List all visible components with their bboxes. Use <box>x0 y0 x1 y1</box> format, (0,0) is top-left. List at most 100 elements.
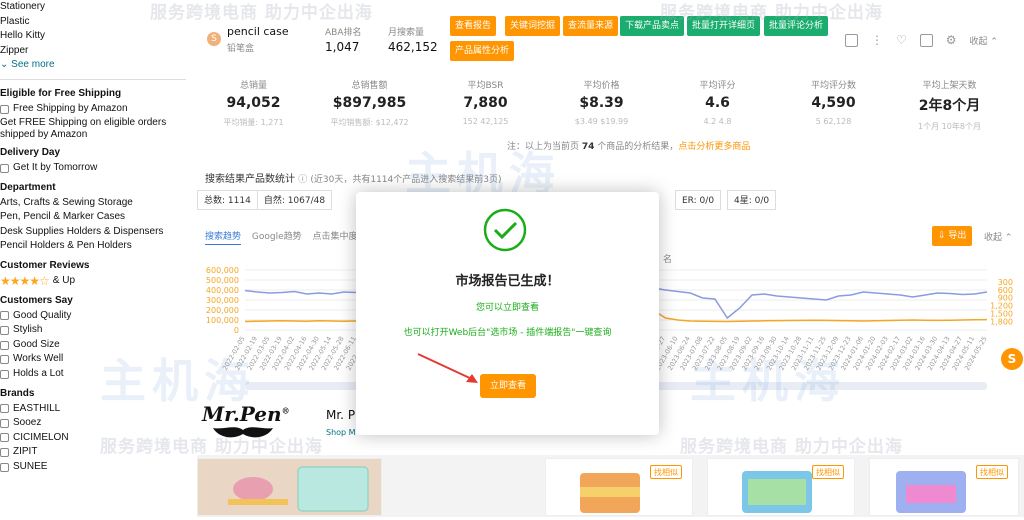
collapse-toggle-2[interactable]: 收起 ⌃ <box>984 230 1012 243</box>
section-title: Customers Say <box>0 294 73 306</box>
product-attribute-button[interactable]: 产品属性分析 <box>450 41 515 61</box>
download-selling-points-button[interactable]: 下载产品卖点 <box>620 16 685 36</box>
checkbox[interactable] <box>0 369 9 379</box>
trend-tabs: 搜索趋势 Google趋势 点击集中度 <box>205 229 366 245</box>
product-image[interactable]: 找相似 <box>707 458 855 516</box>
mustache-icon <box>213 427 273 438</box>
category-item[interactable]: Stationery <box>0 0 190 15</box>
chevron-down-icon: ⌄ <box>0 59 9 71</box>
brand-item[interactable]: Sooez <box>0 416 190 431</box>
product-image[interactable]: 找相似 <box>869 458 1019 516</box>
checkbox[interactable] <box>0 418 9 428</box>
stats-row: 总销量 94,052 平均销量: 1,271 总销售额 $897,985 平均销售额: … <box>197 78 1024 131</box>
floating-plugin-button[interactable]: S <box>1001 348 1023 370</box>
section-title: Customer Reviews <box>0 259 90 271</box>
view-now-button[interactable]: 立即查看 <box>480 374 536 398</box>
count-er: ER: 0/0 <box>675 190 722 210</box>
checkbox[interactable] <box>0 462 9 472</box>
stars-icon: ★★★★☆ <box>0 273 50 288</box>
brand-item[interactable]: EASTHILL <box>0 402 190 417</box>
category-item[interactable]: Plastic <box>0 15 190 30</box>
keyword-mining-button[interactable]: 关键词挖掘 <box>505 16 561 36</box>
category-item[interactable]: Hello Kitty <box>0 29 190 44</box>
batch-open-details-button[interactable]: 批量打开详细页 <box>687 16 761 36</box>
brand-logo[interactable]: Mr.Pen® <box>202 402 290 426</box>
more-icon[interactable]: ⋮ <box>871 33 883 47</box>
analysis-note: 注：以上为当前页 74 个商品的分析结果，点击分析更多商品 <box>507 142 751 152</box>
brand-item[interactable]: ZIPIT <box>0 445 190 460</box>
find-similar-button[interactable]: 找相似 <box>812 465 844 479</box>
customers-say-item[interactable]: Stylish <box>0 323 190 338</box>
stat-total-sales: 总销量 94,052 平均销量: 1,271 <box>223 81 284 127</box>
filter-free-shipping[interactable]: Free Shipping by Amazon <box>0 102 190 117</box>
y-left-tick-label: 500,000 <box>206 276 239 285</box>
view-report-button[interactable]: 查看报告 <box>450 16 497 36</box>
keyword-translation: 铅笔盒 <box>227 44 255 54</box>
customers-say-item[interactable]: Good Quality <box>0 309 190 324</box>
stat-avg-rating: 平均评分 4.6 4.2 4.8 <box>699 81 736 126</box>
brand-shop-link[interactable]: Shop M <box>326 428 356 437</box>
customers-say-item[interactable]: Holds a Lot <box>0 367 190 382</box>
count-organic: 自然: 1067/48 <box>256 190 333 210</box>
customers-say-item[interactable]: Works Well <box>0 352 190 367</box>
video-icon[interactable] <box>919 33 933 47</box>
export-button[interactable]: ⇩ 导出 <box>932 226 973 246</box>
brand-name[interactable]: Mr. P <box>326 408 355 422</box>
gear-icon[interactable]: ⚙ <box>946 33 957 47</box>
traffic-source-button[interactable]: 查流量来源 <box>563 16 619 36</box>
see-more-link[interactable]: ⌄ See more <box>0 59 190 70</box>
tab-search-trend[interactable]: 搜索趋势 <box>205 232 242 245</box>
filter-delivery-tomorrow[interactable]: Get It by Tomorrow <box>0 161 190 176</box>
find-similar-button[interactable]: 找相似 <box>976 465 1008 479</box>
checkbox[interactable] <box>0 311 9 321</box>
customers-say-item[interactable]: Good Size <box>0 338 190 353</box>
review-filter[interactable]: ★★★★☆ & Up <box>0 274 190 289</box>
checkbox[interactable] <box>0 433 9 443</box>
tab-google-trend[interactable]: Google趋势 <box>252 232 302 242</box>
checkbox[interactable] <box>0 448 9 458</box>
checkbox[interactable] <box>0 340 9 350</box>
checkbox[interactable] <box>0 105 9 115</box>
batch-review-analysis-button[interactable]: 批量评论分析 <box>764 16 829 36</box>
dialog-hint: 也可以打开Web后台"选市场 - 插件端报告"一键查询 <box>403 328 612 338</box>
checkbox[interactable] <box>0 163 9 173</box>
monthly-search-label: 月搜索量 <box>388 28 425 38</box>
product-image[interactable]: 找相似 <box>545 458 693 516</box>
y-right-tick-label: 1,800 <box>990 317 1013 326</box>
grid-icon[interactable] <box>845 33 858 47</box>
analyze-more-link[interactable]: 点击分析更多商品 <box>678 142 750 152</box>
y-left-tick-label: 300,000 <box>206 296 239 305</box>
checkbox[interactable] <box>0 325 9 335</box>
stat-avg-bsr: 平均BSR 7,880 152 42,125 <box>462 81 509 126</box>
find-similar-button[interactable]: 找相似 <box>650 465 682 479</box>
stat-total-revenue: 总销售额 $897,985 平均销售额: $12,472 <box>330 81 409 127</box>
brand-item[interactable]: CICIMELON <box>0 431 190 446</box>
department-item[interactable]: Pencil Holders & Pen Holders <box>0 239 190 254</box>
product-image[interactable] <box>197 458 382 516</box>
y-left-tick-label: 600,000 <box>206 266 239 275</box>
monthly-search-value: 462,152 <box>388 40 438 54</box>
checkbox[interactable] <box>0 355 9 365</box>
success-check-icon <box>483 208 527 252</box>
department-item[interactable]: Desk Supplies Holders & Dispensers <box>0 225 190 240</box>
chevron-up-icon: ⌃ <box>990 36 998 47</box>
filter-free-shipping-eligible[interactable]: Get FREE Shipping on eligible orders shi… <box>0 117 190 141</box>
department-item[interactable]: Pen, Pencil & Marker Cases <box>0 210 190 225</box>
collapse-toggle[interactable]: 收起 ⌃ <box>970 34 998 47</box>
trend-title: 搜索结果产品数统计 ⓘ (近30天，共有1114个产品进入搜索结果前3页) <box>205 174 502 185</box>
checkbox[interactable] <box>0 404 9 414</box>
stat-avg-listing-age: 平均上架天数 2年8个月 1个月 10年8个月 <box>918 81 981 131</box>
arrow-icon <box>417 353 478 383</box>
aba-label: ABA排名 <box>325 28 362 38</box>
heart-icon[interactable]: ♡ <box>896 33 907 47</box>
pencil-case-image <box>228 466 369 512</box>
brand-item[interactable]: SUNEE <box>0 460 190 475</box>
category-item[interactable]: Zipper <box>0 44 190 59</box>
y-left-tick-label: 400,000 <box>206 286 239 295</box>
tab-click-concentration[interactable]: 点击集中度 <box>313 232 358 242</box>
keyword-header: S pencil case 铅笔盒 ABA排名 1,047 月搜索量 462,1… <box>197 0 1024 70</box>
department-item[interactable]: Arts, Crafts & Sewing Storage <box>0 196 190 211</box>
help-icon: ⓘ <box>298 175 308 185</box>
section-title: Delivery Day <box>0 146 61 158</box>
product-image-strip: 找相似 找相似 找相似 <box>197 455 1024 517</box>
